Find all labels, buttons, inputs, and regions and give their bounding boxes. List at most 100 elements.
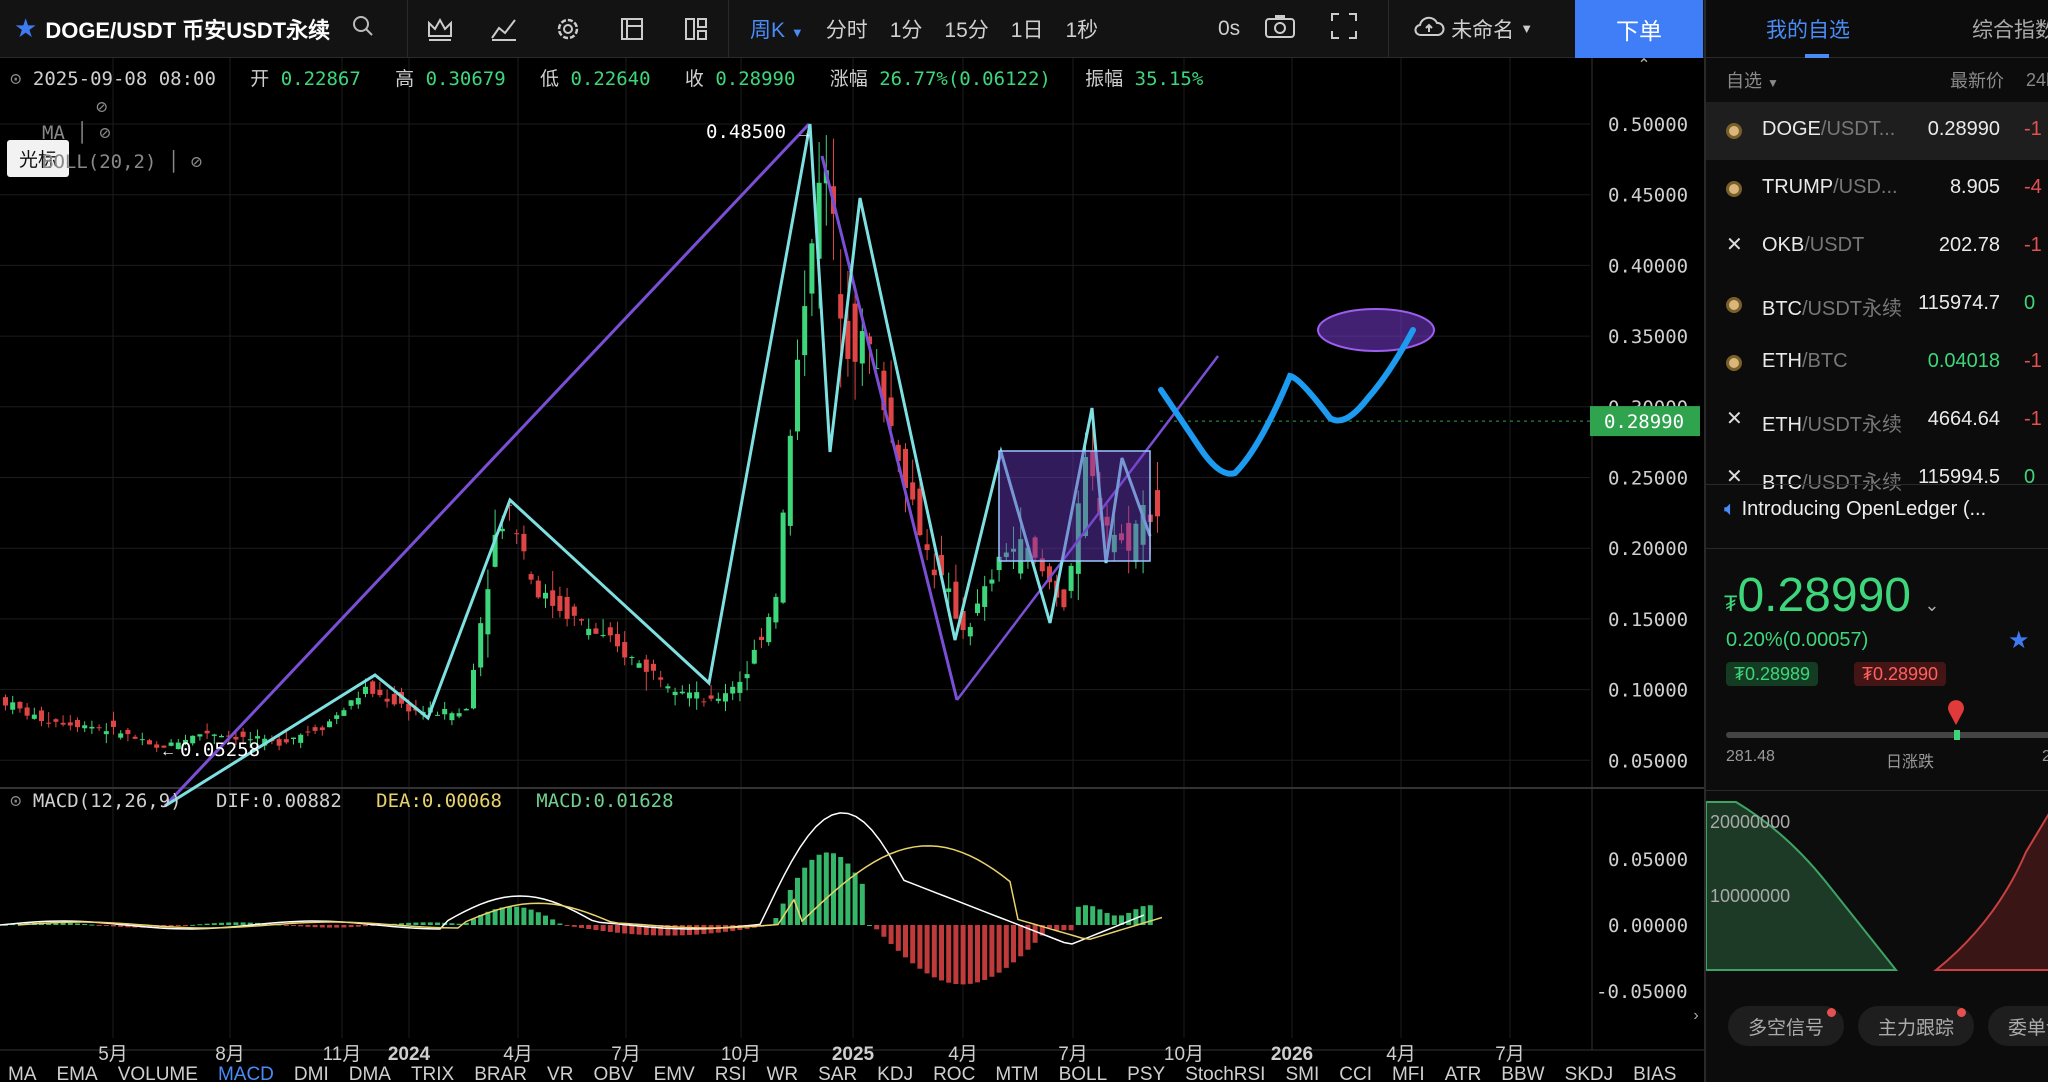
macd-bar [204, 923, 210, 925]
tab-watchlist[interactable]: 我的自选 [1766, 14, 1850, 44]
candle-body [39, 710, 44, 722]
macd-legend: ⊙ MACD(12,26,9) DIF:0.00882 DEA:0.00068 … [10, 790, 674, 812]
eye-off-icon[interactable]: ⊘ [96, 96, 107, 118]
macd-bar [1097, 909, 1103, 925]
watchlist-row[interactable]: ✕ OKB/USDT 202.78 -1 [1706, 218, 2048, 276]
macd-bar [550, 919, 556, 925]
collapse-icon[interactable]: ⊙ [10, 790, 21, 812]
indicator-tab-mtm[interactable]: MTM [995, 1064, 1038, 1082]
tab-order-detail[interactable]: 委单详 [1988, 1006, 2048, 1046]
tab-long-short-signal[interactable]: 多空信号 [1728, 1006, 1845, 1046]
indicator-tab-skdj[interactable]: SKDJ [1565, 1064, 1614, 1082]
boll-legend[interactable]: BOLL(20,2) │ ⊘ [42, 151, 202, 173]
indicator-tab-bbw[interactable]: BBW [1501, 1064, 1544, 1082]
candle-body [204, 730, 210, 734]
candle-body [579, 619, 584, 621]
indicator-tab-wr[interactable]: WR [766, 1064, 798, 1082]
indicator-tab-boll[interactable]: BOLL [1059, 1064, 1108, 1082]
period-15min[interactable]: 15分 [944, 14, 988, 44]
macd-bar [298, 925, 304, 927]
gear-icon[interactable] [536, 0, 600, 57]
macd-bar [305, 925, 311, 927]
indicator-tab-ema[interactable]: EMA [57, 1064, 98, 1082]
okx-icon: ✕ [1726, 466, 1743, 488]
watchlist-row[interactable]: ✕ ETH/USDT永续 4664.64 -1 [1706, 392, 2048, 450]
favorite-star-icon[interactable]: ★ [2008, 626, 2030, 655]
candle-body [10, 702, 16, 710]
order-button[interactable]: 下单 [1575, 0, 1703, 58]
indicator-tab-emv[interactable]: EMV [654, 1064, 695, 1082]
collapse-icon[interactable]: ⊙ [10, 68, 21, 90]
indicator-tab-sar[interactable]: SAR [818, 1064, 857, 1082]
indicator-tab-smi[interactable]: SMI [1285, 1064, 1319, 1082]
macd-bar [975, 925, 980, 983]
chart-area[interactable]: 0.500000.450000.400000.350000.300000.250… [0, 58, 1704, 1082]
indicator-tab-volume[interactable]: VOLUME [118, 1064, 198, 1082]
template-icon[interactable] [600, 0, 664, 57]
candle-body [989, 579, 995, 584]
period-1min[interactable]: 1分 [890, 14, 923, 44]
watchlist-row[interactable]: ETH/BTC 0.04018 -1 [1706, 334, 2048, 392]
period-timeline[interactable]: 分时 [826, 14, 868, 44]
period-weekly[interactable]: 周K ▼ [750, 14, 804, 44]
indicator-tab-atr[interactable]: ATR [1445, 1064, 1482, 1082]
indicator-tab-obv[interactable]: OBV [593, 1064, 633, 1082]
cloud-icon[interactable] [1413, 14, 1445, 43]
indicator-tab-mfi[interactable]: MFI [1392, 1064, 1425, 1082]
indicator-tab-roc[interactable]: ROC [933, 1064, 975, 1082]
camera-icon[interactable] [1264, 13, 1296, 44]
news-ticker[interactable]: 🔈︎ Introducing OpenLedger (... [1724, 498, 1986, 521]
indicator-tab-stochrsi[interactable]: StochRSI [1185, 1064, 1265, 1082]
symbol-selector[interactable]: ★ DOGE/USDT 币安USDT永续 [0, 0, 408, 57]
indicator-tab-kdj[interactable]: KDJ [877, 1064, 913, 1082]
indicator-tab-ma[interactable]: MA [8, 1064, 37, 1082]
period-1sec[interactable]: 1秒 [1065, 14, 1098, 44]
layout-icon[interactable] [664, 0, 728, 57]
candle-body [744, 674, 750, 679]
indicator-tab-bias[interactable]: BIAS [1633, 1064, 1676, 1082]
favorite-star-icon[interactable]: ★ [14, 13, 37, 44]
candle-body [651, 663, 656, 671]
col-24h[interactable]: 24h [2026, 70, 2048, 91]
indicator-tab-psy[interactable]: PSY [1127, 1064, 1165, 1082]
candle-body [687, 692, 692, 699]
period-1day[interactable]: 1日 [1011, 14, 1044, 44]
watchlist-group[interactable]: 自选 ▼ [1726, 67, 1779, 93]
chart-canvas[interactable]: 0.500000.450000.400000.350000.300000.250… [0, 58, 1704, 1068]
indicator-tab-brar[interactable]: BRAR [474, 1064, 527, 1082]
col-latest-price[interactable]: 最新价 [1950, 67, 2004, 93]
indicator-tab-vr[interactable]: VR [547, 1064, 573, 1082]
price-axis-label: 0.20000 [1608, 538, 1688, 560]
indicator-tab-trix[interactable]: TRIX [411, 1064, 454, 1082]
candle-body [535, 580, 541, 598]
ask-price[interactable]: ₮0.28990 [1854, 662, 1947, 686]
candle-body [910, 482, 916, 500]
indicator-icon[interactable] [472, 0, 536, 57]
crown-icon[interactable] [408, 0, 472, 57]
watchlist-row[interactable]: TRUMP/USD... 8.905 -4 [1706, 160, 2048, 218]
indicator-tab-cci[interactable]: CCI [1339, 1064, 1372, 1082]
chevron-down-icon[interactable]: ▼ [1520, 21, 1533, 36]
watchlist-row[interactable]: BTC/USDT永续 115974.7 0 [1706, 276, 2048, 334]
watchlist-change: -1 [2024, 118, 2042, 140]
candle-body [3, 697, 8, 706]
fullscreen-icon[interactable] [1330, 12, 1358, 45]
indicator-tab-rsi[interactable]: RSI [715, 1064, 747, 1082]
tab-main-force-tracking[interactable]: 主力跟踪 [1858, 1006, 1975, 1046]
watchlist-symbol: OKB/USDT [1762, 234, 1865, 256]
indicator-tab-dma[interactable]: DMA [349, 1064, 391, 1082]
indicator-tab-macd[interactable]: MACD [218, 1064, 274, 1082]
search-icon[interactable] [352, 15, 374, 42]
chevron-down-icon[interactable]: ⌄ [1924, 595, 1939, 615]
candle-body [219, 735, 224, 738]
watchlist-row[interactable]: DOGE/USDT... 0.28990 -1 [1706, 102, 2048, 160]
eye-off-icon[interactable]: ⊘ [191, 151, 202, 173]
tab-composite-index[interactable]: 综合指数 [1972, 14, 2048, 44]
bid-price[interactable]: ₮0.28989 [1726, 662, 1819, 686]
time-axis-label: 4月 [1386, 1044, 1416, 1065]
layout-name[interactable]: 未命名 [1451, 14, 1514, 44]
indicator-tab-dmi[interactable]: DMI [294, 1064, 329, 1082]
eye-off-icon[interactable]: ⊘ [99, 122, 110, 144]
coin-icon [1726, 123, 1742, 139]
ma-legend[interactable]: MA │ ⊘ [42, 122, 111, 144]
